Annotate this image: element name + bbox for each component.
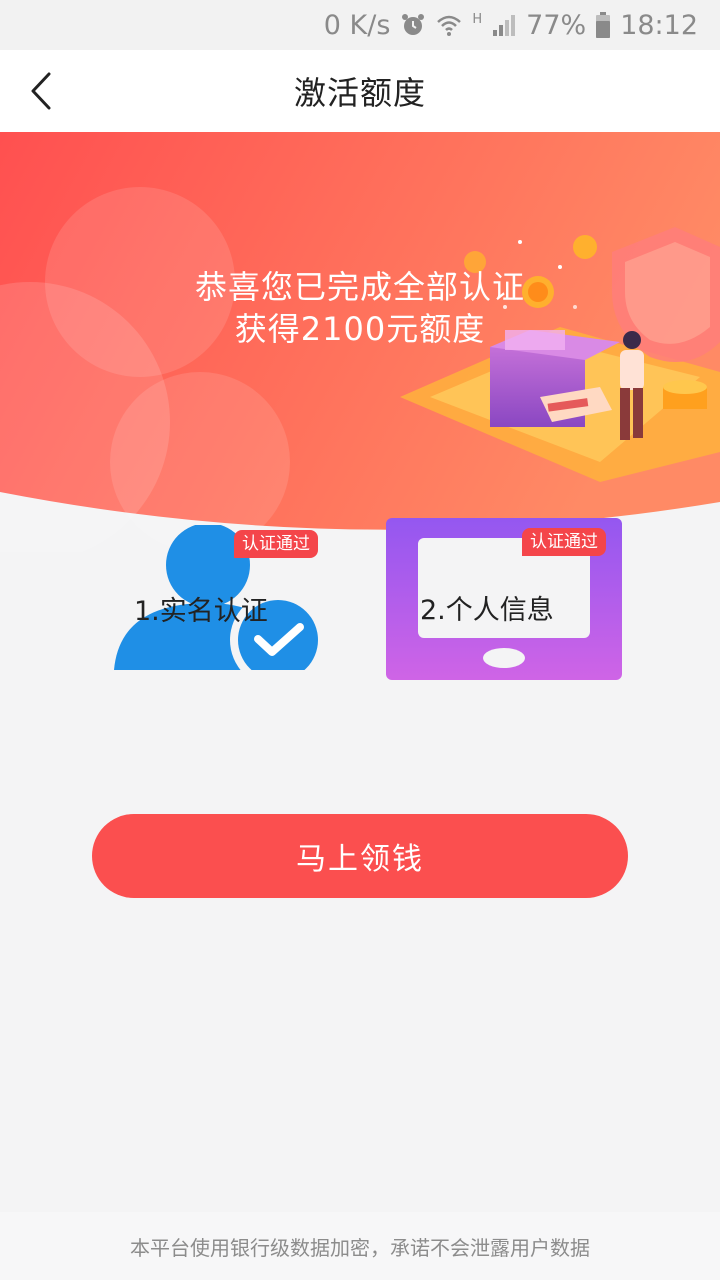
network-speed: 0 K/s bbox=[323, 9, 391, 41]
chevron-left-icon bbox=[31, 72, 51, 110]
verified-badge: 认证通过 bbox=[234, 530, 318, 558]
real-name-verification-card[interactable]: 1.实名认证 认证通过 bbox=[110, 523, 330, 688]
signal-icon bbox=[492, 13, 516, 37]
get-money-button[interactable]: 马上领钱 bbox=[92, 814, 628, 898]
banner-title: 恭喜您已完成全部认证 bbox=[194, 268, 525, 306]
security-notice: 本平台使用银行级数据加密，承诺不会泄露用户数据 bbox=[0, 1212, 720, 1280]
battery-percent: 77% bbox=[526, 9, 587, 41]
status-bar: 0 K/s H 77% 18:12 bbox=[0, 0, 720, 50]
banner-credit-amount: 获得2100元额度 bbox=[234, 310, 486, 348]
wifi-icon bbox=[436, 12, 462, 38]
card-label: 2.个人信息 bbox=[420, 595, 554, 626]
battery-icon bbox=[596, 12, 611, 38]
congrats-banner: 恭喜您已完成全部认证 获得2100元额度 bbox=[0, 132, 720, 552]
card-label: 1.实名认证 bbox=[134, 596, 268, 627]
activate-credit-page: 0 K/s H 77% 18:12 激活额度 恭喜您已完成全部认证 获得2100… bbox=[0, 0, 720, 1280]
verified-badge: 认证通过 bbox=[522, 528, 606, 556]
alarm-icon bbox=[400, 12, 426, 38]
page-title: 激活额度 bbox=[293, 74, 426, 112]
clock-time: 18:12 bbox=[620, 9, 698, 41]
back-button[interactable] bbox=[18, 66, 64, 116]
personal-info-card[interactable]: 2.个人信息 认证通过 bbox=[386, 518, 622, 680]
network-type: H bbox=[472, 12, 483, 27]
nav-bar: 激活额度 bbox=[0, 50, 720, 132]
